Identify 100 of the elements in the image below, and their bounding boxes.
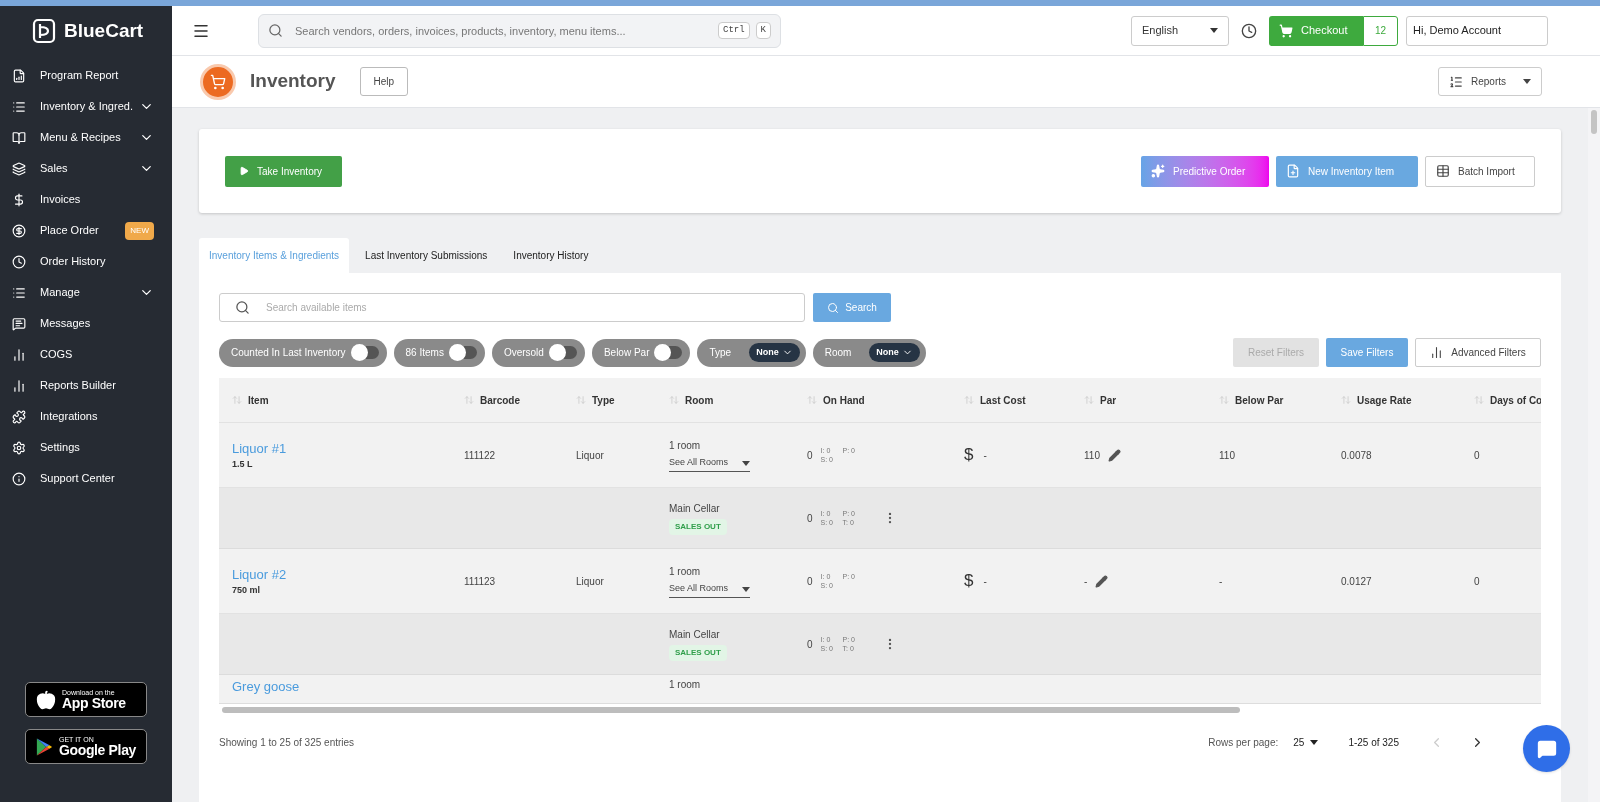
sidebar-item[interactable]: Support Center [0,463,172,494]
days-value: 0 [1474,575,1480,587]
list-icon [12,99,26,114]
currency-icon: $ [964,568,974,594]
logo-icon [32,18,56,44]
sort-icon[interactable] [1341,395,1351,405]
apple-icon [36,689,56,710]
help-button[interactable]: Help [359,67,409,96]
vertical-scrollbar[interactable] [1591,110,1597,134]
reports-dropdown[interactable]: Reports [1438,67,1542,96]
room-count: 1 room [669,679,701,690]
column-header[interactable]: Barcode [480,392,520,408]
sidebar-item[interactable]: Sales [0,153,172,184]
batch-import-button[interactable]: Batch Import [1425,155,1535,187]
sidebar-item[interactable]: Inventory & Ingred. [0,91,172,122]
sort-icon[interactable] [232,395,242,405]
par-value: - [1084,574,1088,589]
type-text: Liquor [576,575,604,587]
toggle-switch[interactable] [352,346,379,359]
below-par-value: 110 [1219,449,1235,461]
sort-icon[interactable] [1474,395,1484,405]
sort-icon[interactable] [1219,395,1229,405]
column-header[interactable]: Usage Rate [1357,392,1412,408]
column-header[interactable]: Type [592,392,615,408]
tab[interactable]: Last Inventory Submissions [355,238,498,273]
store-badge-title: Google Play [58,743,136,757]
account-menu[interactable]: Hi, Demo Account [1406,15,1548,46]
filter-chip[interactable]: Room None [812,338,926,367]
search-icon [235,300,250,315]
see-all-rooms-dropdown[interactable]: See All Rooms [669,456,751,472]
filter-dropdown[interactable]: None [749,342,800,363]
toggle-switch[interactable] [550,346,577,359]
toggle-switch[interactable] [450,346,477,359]
column-header[interactable]: Below Par [1235,392,1284,408]
language-dropdown[interactable]: English [1131,15,1229,46]
list-icon [12,285,26,300]
sort-icon[interactable] [964,395,974,405]
item-search-field[interactable]: Search available items [219,293,805,322]
status-badge: SALES OUT [669,645,727,661]
column-header[interactable]: Last Cost [980,392,1026,408]
item-size: 1.5 L [232,458,254,471]
see-all-rooms-dropdown[interactable]: See All Rooms [669,582,751,598]
advanced-filters-button[interactable]: Advanced Filters [1415,338,1541,367]
tab[interactable]: Inventory History [503,238,599,273]
horizontal-scrollbar[interactable] [222,706,1240,713]
sidebar-item[interactable]: Menu & Recipes [0,122,172,153]
toggle-switch[interactable] [656,346,683,359]
sidebar-item[interactable]: Manage [0,277,172,308]
rows-per-page-label: Rows per page: [1208,736,1279,750]
edit-icon[interactable] [1095,574,1109,588]
sidebar-item[interactable]: Program Report [0,60,172,91]
new-badge: NEW [125,221,154,240]
column-header[interactable]: Days of Co [1490,392,1541,408]
chat-icon [12,316,26,331]
sort-icon[interactable] [576,395,586,405]
sort-icon[interactable] [1084,395,1094,405]
sort-icon[interactable] [669,395,679,405]
column-header[interactable]: On Hand [823,392,865,408]
chat-icon [1536,738,1557,759]
sidebar-item[interactable]: Integrations [0,401,172,432]
sidebar-item[interactable]: Place Order NEW [0,215,172,246]
type-text: Liquor [576,449,604,461]
sort-icon[interactable] [807,395,817,405]
column-header[interactable]: Item [248,392,269,408]
column-header[interactable]: Par [1100,392,1117,408]
sidebar-item[interactable]: Invoices [0,184,172,215]
par-value: 110 [1084,448,1100,463]
bar-chart-icon [12,378,26,393]
search-icon [268,22,283,38]
sidebar-item[interactable]: Settings [0,432,172,463]
cart-count: 12 [1363,15,1398,46]
caret-down-icon [1210,28,1218,33]
edit-icon[interactable] [1107,448,1121,462]
sparkle-icon [1151,164,1165,178]
sidebar-item[interactable]: Order History [0,246,172,277]
status-badge: SALES OUT [669,519,727,535]
sidebar-item[interactable]: Messages [0,308,172,339]
bar-chart-icon [12,347,26,362]
filter-chip[interactable]: Type None [697,338,806,367]
page-title: Inventory [250,69,336,94]
usage-rate-value: 0.0078 [1341,449,1372,461]
room-name: Main Cellar [669,628,720,642]
column-header[interactable]: Room [685,392,714,408]
settings-icon [12,440,26,455]
dollar-icon [12,192,26,207]
on-hand-value: 0 [807,574,813,589]
coin-icon [12,223,26,238]
last-cost-value: - [983,448,987,463]
caret-down-icon [742,460,751,466]
inventory-logo-icon [200,63,236,100]
filter-dropdown[interactable]: None [869,342,920,363]
rows-per-page-dropdown[interactable]: 25 [1293,735,1319,750]
on-hand-value: 0 [807,448,813,463]
sidebar-item[interactable]: Reports Builder [0,370,172,401]
sidebar-item[interactable]: COGS [0,339,172,370]
last-cost-value: - [983,574,987,589]
item-size: 750 ml [232,584,262,597]
history-icon[interactable] [1241,22,1257,39]
sort-icon[interactable] [464,395,474,405]
barcode-text: 111123 [464,575,496,587]
